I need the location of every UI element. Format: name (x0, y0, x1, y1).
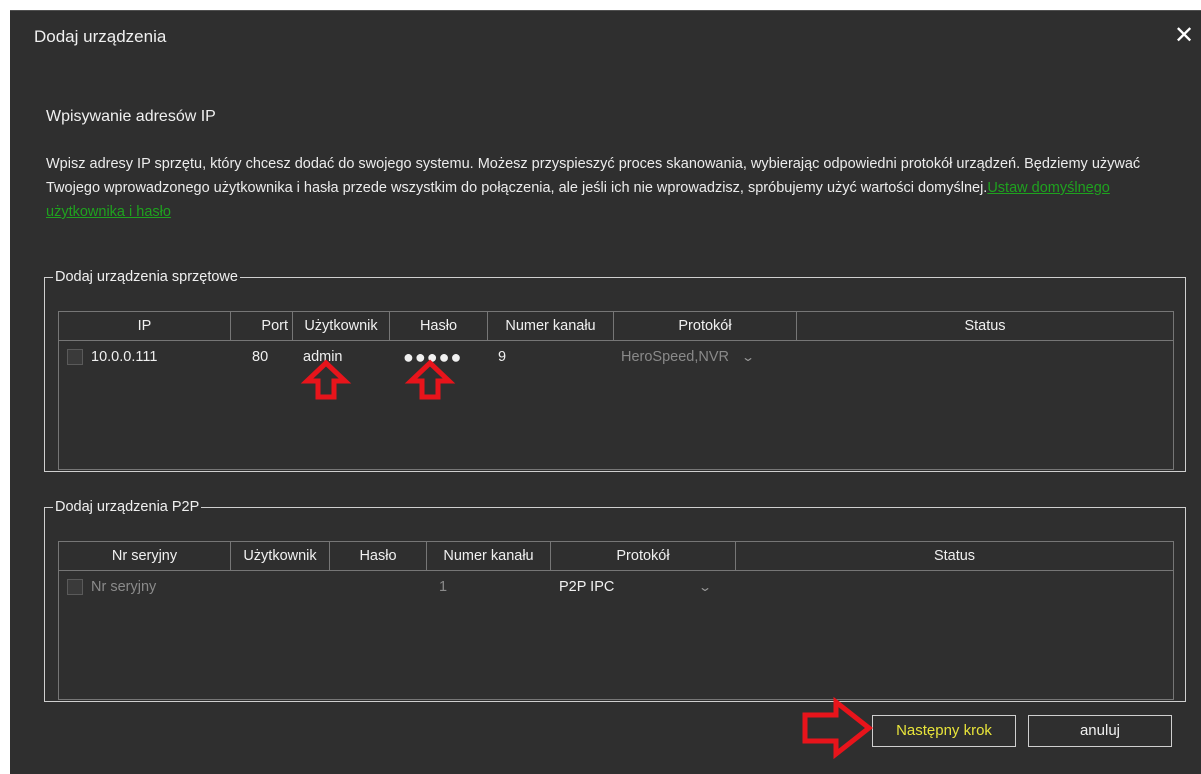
table-row[interactable]: Nr seryjny 1 P2P IPC ⌄ (59, 572, 1173, 602)
serial-input[interactable]: Nr seryjny (91, 572, 156, 602)
hardware-group-legend: Dodaj urządzenia sprzętowe (55, 269, 238, 285)
column-header-status[interactable]: Status (797, 312, 1173, 340)
column-header-password[interactable]: Hasło (390, 312, 488, 340)
table-header: IP Port Użytkownik Hasło Numer kanału Pr… (59, 312, 1173, 341)
column-header-protocol[interactable]: Protokół (551, 542, 736, 570)
column-header-port[interactable]: Port (231, 312, 293, 340)
chevron-down-icon: ⌄ (698, 580, 713, 594)
p2p-devices-group: Dodaj urządzenia P2P Nr seryjny Użytkown… (44, 499, 1186, 702)
cancel-button[interactable]: anuluj (1028, 715, 1172, 747)
column-header-status[interactable]: Status (736, 542, 1173, 570)
column-header-channel[interactable]: Numer kanału (488, 312, 614, 340)
next-step-button[interactable]: Następny krok (872, 715, 1016, 747)
chevron-down-icon: ⌄ (740, 350, 756, 364)
hardware-devices-table: IP Port Użytkownik Hasło Numer kanału Pr… (58, 311, 1174, 470)
dialog-title: Dodaj urządzenia (34, 27, 167, 46)
close-icon[interactable]: ✕ (1171, 23, 1197, 49)
description-text: Wpisz adresy IP sprzętu, który chcesz do… (46, 156, 1141, 196)
ip-cell[interactable]: 10.0.0.111 (91, 342, 157, 372)
row-checkbox[interactable] (67, 579, 83, 595)
p2p-group-legend: Dodaj urządzenia P2P (55, 499, 200, 515)
protocol-value: P2P IPC (559, 579, 615, 595)
column-header-user[interactable]: Użytkownik (231, 542, 330, 570)
red-arrow-icon (300, 359, 352, 400)
section-heading: Wpisywanie adresów IP (46, 108, 216, 125)
port-cell[interactable]: 80 (252, 342, 268, 372)
column-header-user[interactable]: Użytkownik (293, 312, 390, 340)
channel-cell[interactable]: 9 (498, 342, 506, 372)
p2p-devices-table: Nr seryjny Użytkownik Hasło Numer kanału… (58, 541, 1174, 700)
column-header-channel[interactable]: Numer kanału (427, 542, 551, 570)
title-bar: Dodaj urządzenia ✕ (10, 10, 1201, 61)
add-devices-dialog: Dodaj urządzenia ✕ Wpisywanie adresów IP… (10, 10, 1201, 774)
column-header-password[interactable]: Hasło (330, 542, 427, 570)
red-arrow-icon (404, 359, 456, 400)
hardware-devices-group: Dodaj urządzenia sprzętowe IP Port Użytk… (44, 269, 1186, 472)
column-header-protocol[interactable]: Protokół (614, 312, 797, 340)
table-header: Nr seryjny Użytkownik Hasło Numer kanału… (59, 542, 1173, 571)
description: Wpisz adresy IP sprzętu, który chcesz do… (46, 152, 1166, 224)
column-header-serial[interactable]: Nr seryjny (59, 542, 231, 570)
table-row[interactable]: 10.0.0.111 80 admin ●●●●● 9 HeroSpeed,NV… (59, 342, 1173, 372)
column-header-ip[interactable]: IP (59, 312, 231, 340)
protocol-select[interactable]: P2P IPC ⌄ (559, 572, 713, 602)
red-arrow-icon (802, 696, 874, 760)
protocol-select[interactable]: HeroSpeed,NVR ⌄ (621, 342, 756, 372)
protocol-value: HeroSpeed,NVR (621, 349, 729, 365)
row-checkbox[interactable] (67, 349, 83, 365)
channel-cell[interactable]: 1 (439, 572, 447, 602)
